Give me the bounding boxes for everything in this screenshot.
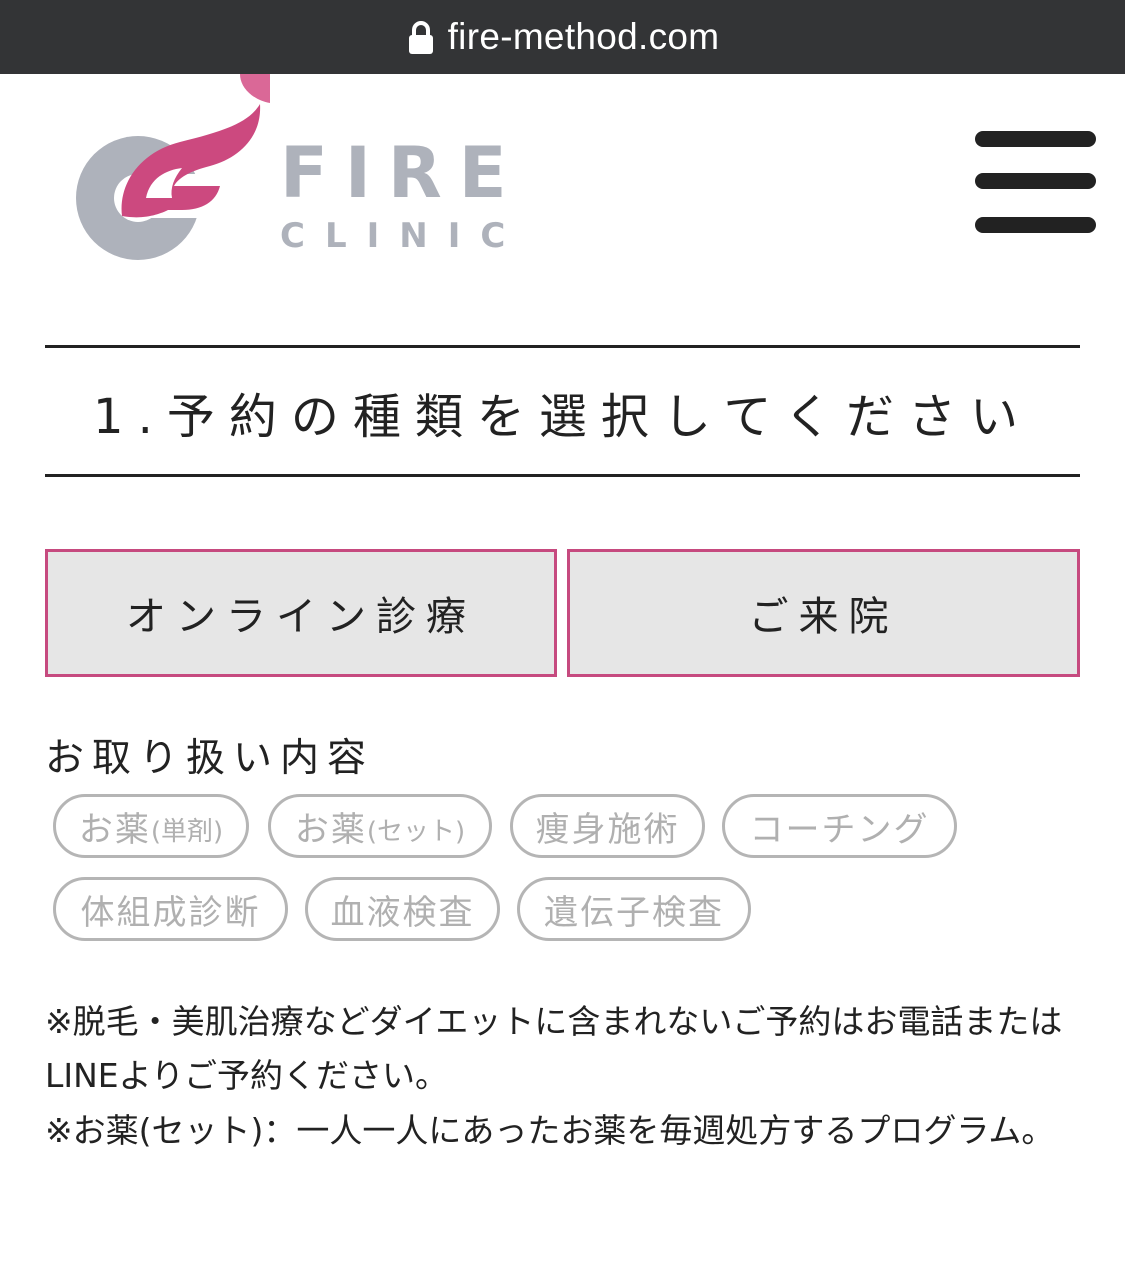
clinic-visit-button[interactable]: ご来院	[567, 549, 1080, 677]
title-top-rule	[45, 345, 1080, 348]
fire-clinic-logo[interactable]: FIRE CLINIC	[70, 74, 507, 274]
tag-medicine-single[interactable]: お薬 (単剤)	[53, 794, 249, 858]
tag-label: お薬	[78, 809, 151, 850]
tag-sublabel: (セット)	[366, 816, 466, 847]
browser-url-bar[interactable]: fire-method.com	[0, 0, 1125, 74]
handling-title: お取り扱い内容	[45, 736, 375, 781]
logo-text-fire: FIRE	[280, 132, 524, 214]
logo-flame-icon	[76, 74, 270, 260]
note-hair-removal: ※脱毛・美肌治療などダイエットに含まれないご予約はお電話またはLINEよりご予約…	[45, 1002, 1063, 1095]
lock-icon	[408, 21, 433, 54]
tag-blood-test[interactable]: 血液検査	[305, 877, 500, 941]
menu-bar-middle	[975, 173, 1096, 189]
menu-bar-bottom	[975, 217, 1096, 233]
online-consultation-button[interactable]: オンライン診療	[45, 549, 557, 677]
menu-bar-top	[975, 131, 1096, 147]
tag-sublabel: (単剤)	[150, 816, 224, 847]
tag-label: お薬	[294, 809, 367, 850]
tag-genetic-test[interactable]: 遺伝子検査	[517, 877, 751, 941]
tag-medicine-set[interactable]: お薬 (セット)	[268, 794, 492, 858]
tag-slimming[interactable]: 痩身施術	[510, 794, 705, 858]
url-text: fire-method.com	[447, 16, 720, 57]
section-title: 1.予約の種類を選択してください	[93, 389, 1032, 445]
logo-text-clinic: CLINIC	[280, 216, 526, 256]
hamburger-menu-icon[interactable]	[975, 128, 1096, 236]
tag-body-composition[interactable]: 体組成診断	[53, 877, 288, 941]
note-medicine-set: ※お薬(セット)：一人一人にあったお薬を毎週処方するプログラム。	[45, 1111, 1055, 1150]
title-bottom-rule	[45, 474, 1080, 477]
tag-coaching[interactable]: コーチング	[722, 794, 957, 858]
